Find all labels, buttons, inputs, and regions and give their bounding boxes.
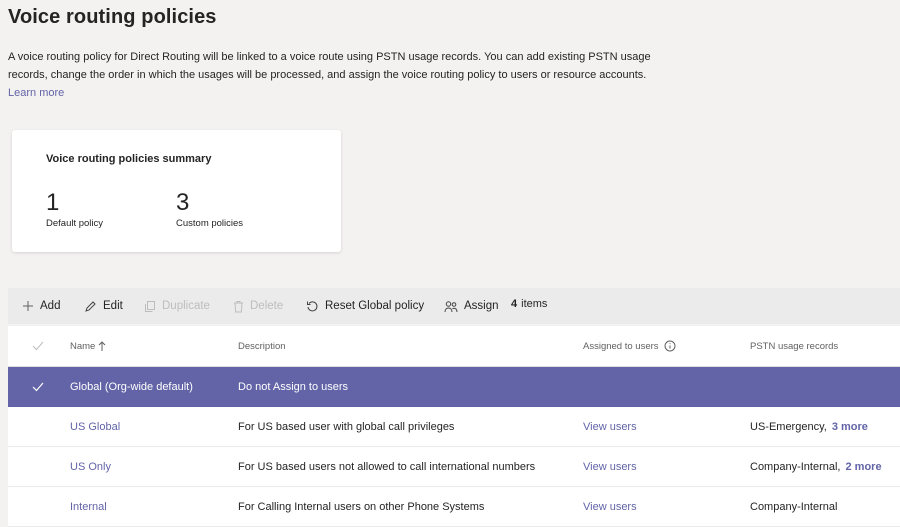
copy-icon xyxy=(145,300,155,312)
custom-policy-label: Custom policies xyxy=(176,218,244,229)
pstn-header-label: PSTN usage records xyxy=(750,340,839,352)
reset-global-policy-button[interactable]: Reset Global policy xyxy=(306,288,424,324)
column-header-pstn[interactable]: PSTN usage records xyxy=(750,326,838,366)
policy-name-link[interactable]: US Global xyxy=(70,407,120,446)
column-header-name[interactable]: Name xyxy=(70,326,106,366)
item-count-number: 4 xyxy=(511,298,518,310)
view-users-link[interactable]: View users xyxy=(583,487,637,526)
reset-icon xyxy=(307,300,318,311)
policy-name-link[interactable]: Internal xyxy=(70,487,107,526)
command-bar: Add Edit Duplicate Delete Reset Global p… xyxy=(8,288,900,324)
pstn-records: Company-Internal, 2 more xyxy=(750,447,882,486)
page-description: A voice routing policy for Direct Routin… xyxy=(8,48,668,102)
default-policy-stat: 1 Default policy xyxy=(46,188,103,229)
intro-text: A voice routing policy for Direct Routin… xyxy=(8,51,651,81)
duplicate-label: Duplicate xyxy=(162,300,210,312)
custom-policy-count: 3 xyxy=(176,189,190,216)
item-count: 4 items xyxy=(511,286,547,322)
delete-button[interactable]: Delete xyxy=(233,288,283,324)
edit-label: Edit xyxy=(103,300,123,312)
policy-description: Do not Assign to users xyxy=(238,380,349,393)
pstn-records xyxy=(750,367,755,406)
pstn-record-text: Company-Internal xyxy=(750,500,838,513)
policy-description: For US based user with global call privi… xyxy=(238,420,455,433)
pstn-records: US-Emergency, 3 more xyxy=(750,407,868,446)
reset-label: Reset Global policy xyxy=(325,300,425,312)
policy-description: For US based users not allowed to call i… xyxy=(238,460,536,473)
name-header-label: Name xyxy=(70,340,96,352)
people-icon xyxy=(444,300,458,312)
edit-button[interactable]: Edit xyxy=(84,288,123,324)
pstn-record-text: Company-Internal, xyxy=(750,460,841,473)
policy-description: For Calling Internal users on other Phon… xyxy=(238,500,485,513)
column-header-description[interactable]: Description xyxy=(238,326,286,366)
table-header: Name Description Assigned to users PSTN … xyxy=(8,326,900,367)
add-button[interactable]: Add xyxy=(22,288,60,324)
default-policy-label: Default policy xyxy=(46,218,104,229)
duplicate-button[interactable]: Duplicate xyxy=(144,288,210,324)
summary-card: Voice routing policies summary 1 Default… xyxy=(12,130,341,252)
more-records-link[interactable]: 3 more xyxy=(832,421,868,433)
checkmark-icon xyxy=(32,382,44,391)
summary-title: Voice routing policies summary xyxy=(46,153,212,165)
pstn-record-text: US-Emergency, xyxy=(750,420,827,433)
table-row[interactable]: US Global For US based user with global … xyxy=(8,407,900,447)
policy-name-link[interactable]: US Only xyxy=(70,447,111,486)
custom-policy-stat: 3 Custom policies xyxy=(176,188,243,229)
table-row[interactable]: Global (Org-wide default) Do not Assign … xyxy=(8,367,900,407)
item-count-label: items xyxy=(521,298,548,310)
assign-button[interactable]: Assign xyxy=(444,288,499,324)
sort-ascending-icon xyxy=(98,340,106,351)
view-users-link[interactable]: View users xyxy=(583,407,637,446)
plus-icon xyxy=(23,301,33,311)
pencil-icon xyxy=(85,300,96,312)
table-row[interactable]: US Only For US based users not allowed t… xyxy=(8,447,900,487)
row-checkbox[interactable] xyxy=(32,367,44,406)
column-header-assigned[interactable]: Assigned to users xyxy=(583,326,676,366)
learn-more-link[interactable]: Learn more xyxy=(8,87,64,99)
policy-name[interactable]: Global (Org-wide default) xyxy=(70,367,193,406)
info-icon[interactable] xyxy=(664,340,676,352)
checkmark-icon xyxy=(32,341,44,351)
table-row[interactable]: Internal For Calling Internal users on o… xyxy=(8,487,900,527)
policies-table: Name Description Assigned to users PSTN … xyxy=(8,326,900,527)
assign-label: Assign xyxy=(464,300,499,312)
more-records-link[interactable]: 2 more xyxy=(846,461,882,473)
trash-icon xyxy=(234,300,243,312)
page-title: Voice routing policies xyxy=(8,6,217,28)
default-policy-count: 1 xyxy=(46,189,60,216)
pstn-records: Company-Internal xyxy=(750,487,842,526)
description-header-label: Description xyxy=(238,340,286,352)
delete-label: Delete xyxy=(250,300,284,312)
select-all-checkbox[interactable] xyxy=(32,326,44,366)
add-label: Add xyxy=(40,300,61,312)
assigned-header-label: Assigned to users xyxy=(583,340,659,352)
view-users-link[interactable]: View users xyxy=(583,447,637,486)
